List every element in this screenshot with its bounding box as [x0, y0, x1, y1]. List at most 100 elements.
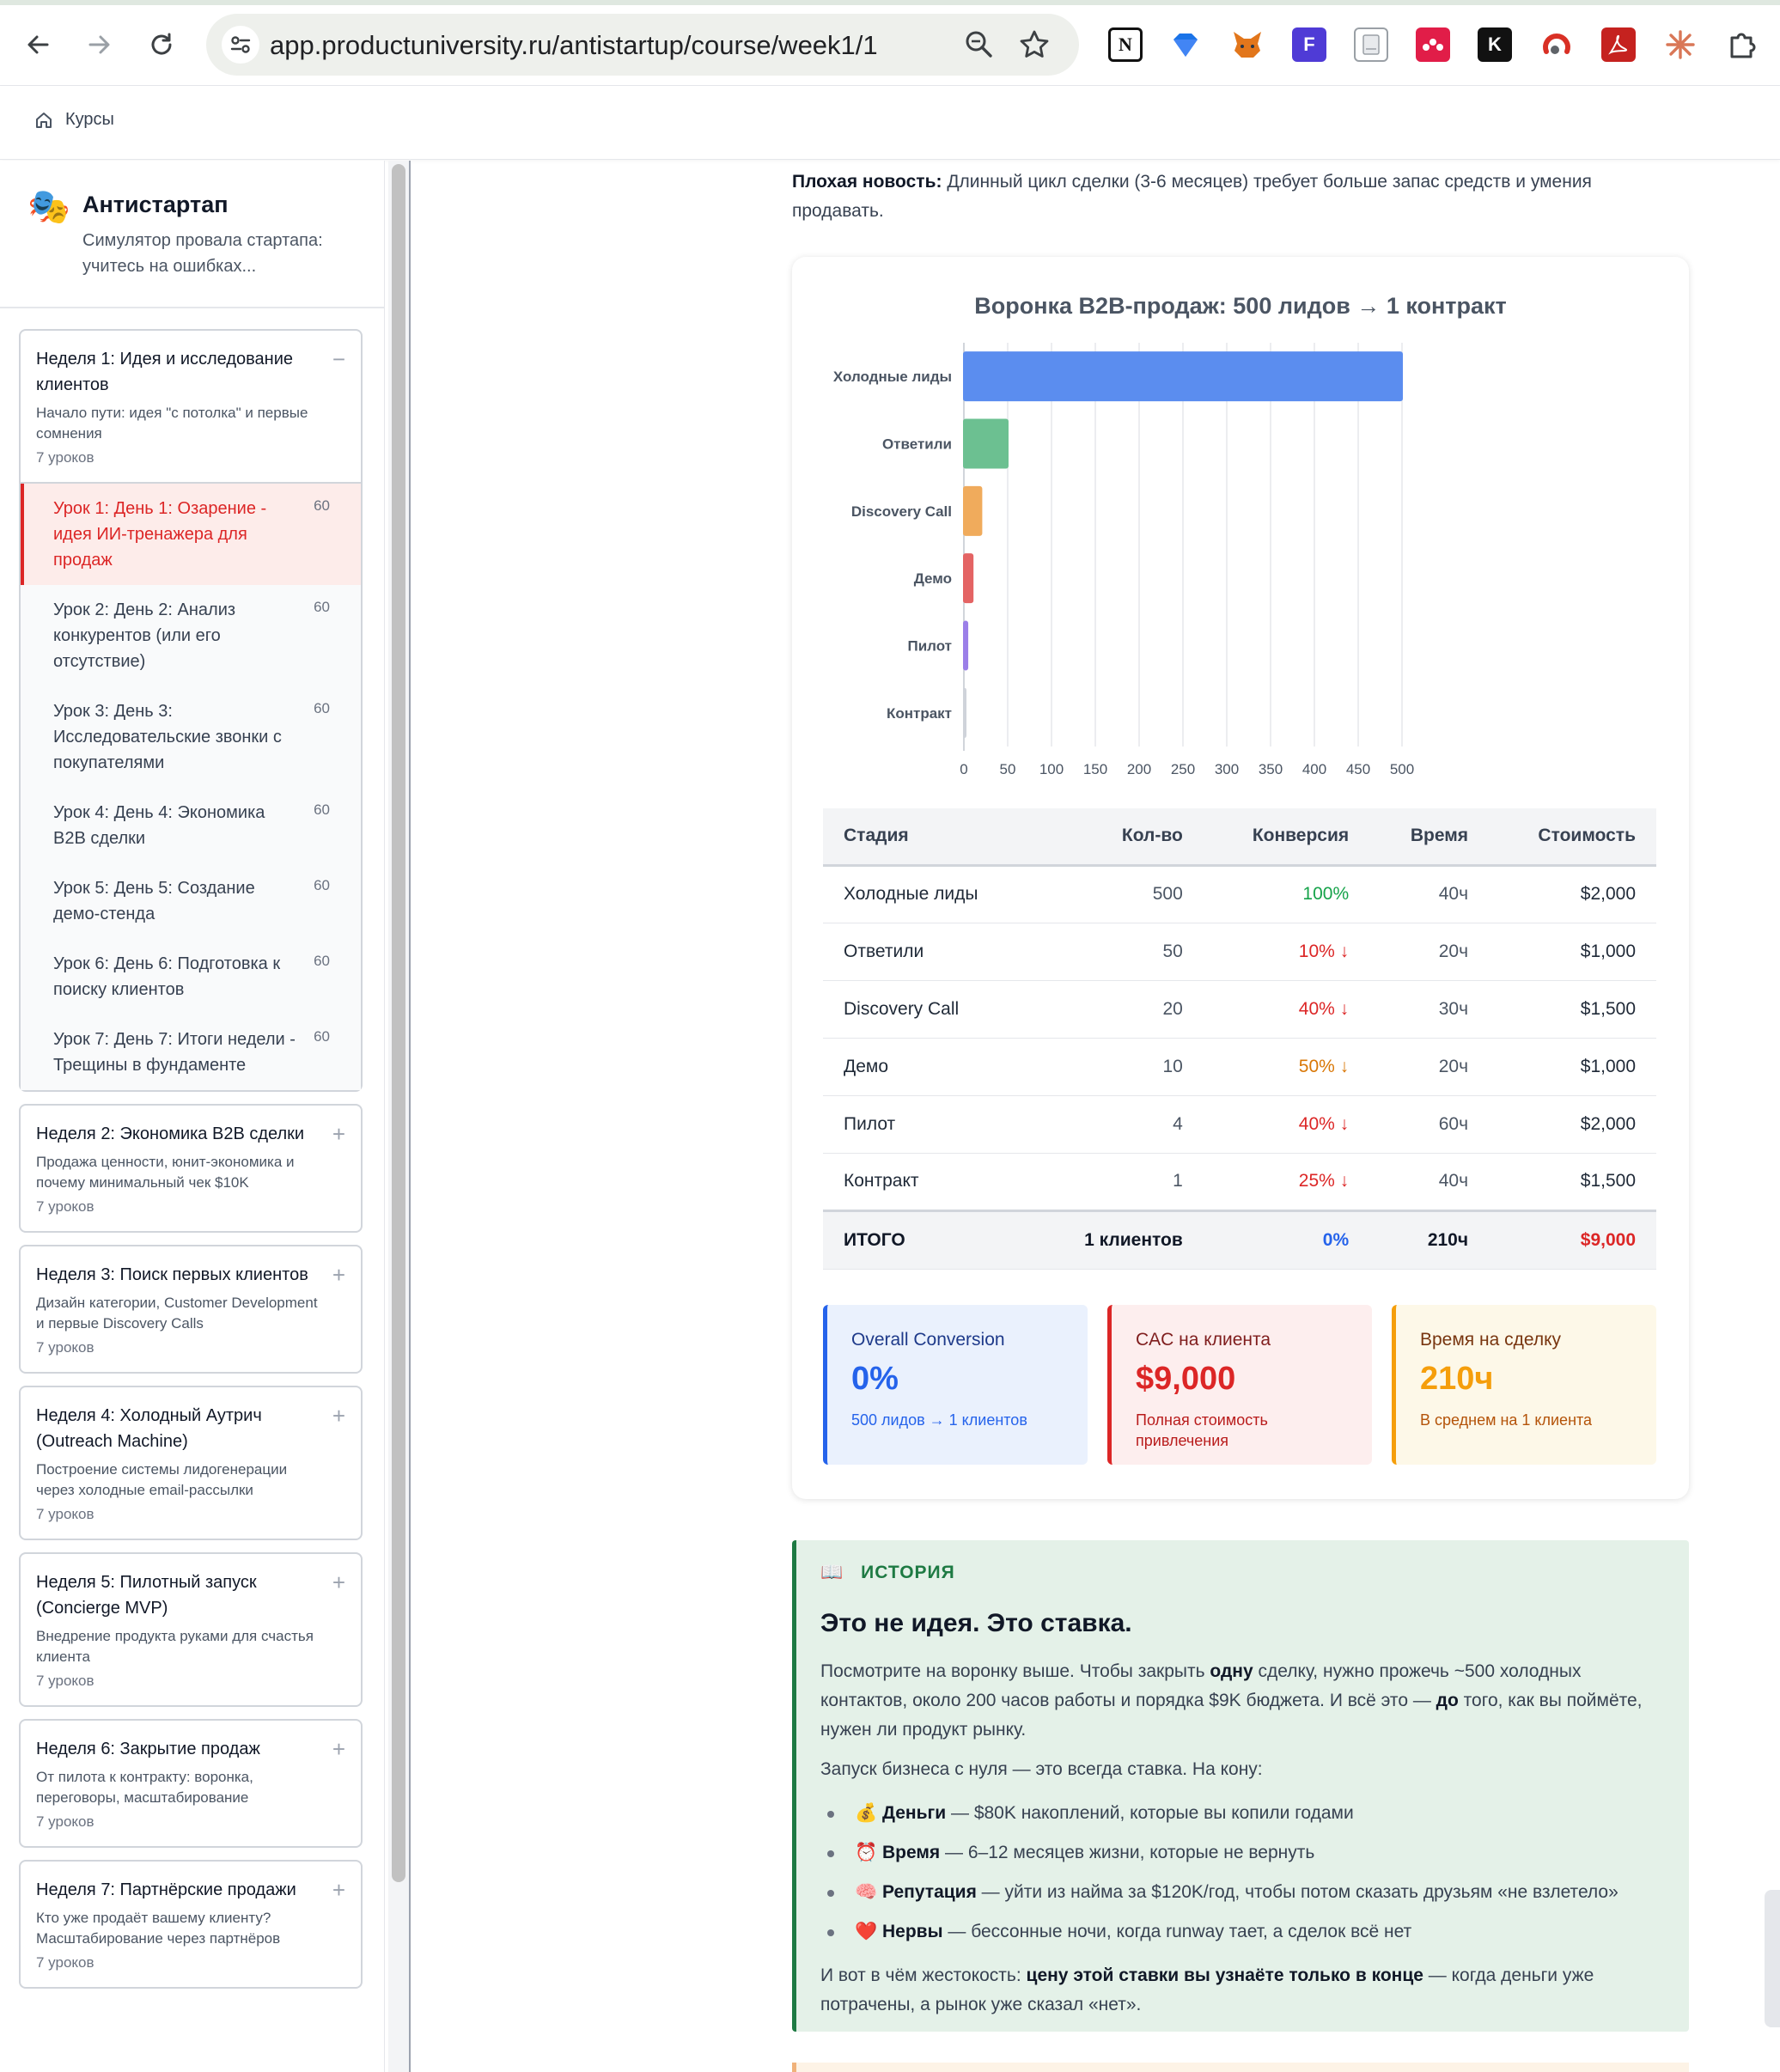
week-header[interactable]: Неделя 7: Партнёрские продажи Кто уже пр… [21, 1862, 361, 1987]
week-item[interactable]: Неделя 5: Пилотный запуск (Concierge MVP… [19, 1552, 363, 1707]
bar[interactable] [963, 687, 966, 738]
breadcrumb-courses-link[interactable]: Курсы [34, 110, 114, 130]
lesson-item[interactable]: Урок 3: День 3: Исследовательские звонки… [21, 686, 361, 788]
week-header[interactable]: Неделя 3: Поиск первых клиентов Дизайн к… [21, 1246, 361, 1372]
week-header[interactable]: Неделя 5: Пилотный запуск (Concierge MVP… [21, 1554, 361, 1705]
bar[interactable] [963, 485, 983, 536]
back-button[interactable] [17, 24, 58, 65]
cost-cell: $2,000 [1489, 865, 1656, 923]
top-nav-bar: Курсы [0, 86, 1780, 160]
forward-button[interactable] [79, 24, 120, 65]
lesson-item[interactable]: Урок 7: День 7: Итоги недели - Трещины в… [21, 1015, 361, 1090]
lesson-title[interactable]: Урок 6: День 6: Подготовка к поиску клие… [53, 951, 301, 1002]
conversion-cell: 40% ↓ [1203, 1095, 1370, 1154]
lesson-duration: 60 [314, 497, 330, 514]
form-extension-icon[interactable]: F [1292, 27, 1326, 62]
lesson-duration: 60 [314, 700, 330, 716]
week-item[interactable]: Неделя 4: Холодный Аутрич (Outreach Mach… [19, 1386, 363, 1540]
week-header[interactable]: Неделя 2: Экономика B2B сделки Продажа ц… [21, 1106, 361, 1231]
week-header[interactable]: Неделя 6: Закрытие продаж От пилота к ко… [21, 1721, 361, 1846]
week-item[interactable]: Неделя 3: Поиск первых клиентов Дизайн к… [19, 1245, 363, 1374]
stake-text: — бессонные ночи, когда runway тает, а с… [942, 1922, 1412, 1941]
bookmark-star-icon[interactable] [1017, 27, 1052, 66]
expand-icon[interactable]: + [332, 1262, 345, 1289]
course-title: Антистартап [82, 192, 229, 217]
window-top-strip [0, 0, 1780, 5]
col-header-conversion: Конверсия [1203, 808, 1370, 867]
week-title[interactable]: Неделя 4: Холодный Аутрич (Outreach Mach… [36, 1403, 318, 1454]
k-extension-icon[interactable]: K [1478, 27, 1512, 62]
collapse-icon[interactable]: − [332, 346, 345, 373]
conversion-cell: 100% [1203, 865, 1370, 923]
page-extension-icon[interactable] [1354, 27, 1388, 62]
bar[interactable] [963, 553, 974, 604]
bar[interactable] [963, 351, 1403, 402]
lesson-title[interactable]: Урок 2: День 2: Анализ конкурентов (или … [53, 597, 301, 674]
address-bar[interactable]: app.productuniversity.ru/antistartup/cou… [206, 14, 1079, 76]
lesson-item[interactable]: Урок 4: День 4: Экономика B2B сделки 60 [21, 788, 361, 863]
bar[interactable] [963, 418, 1009, 469]
cost-cell: $1,500 [1489, 980, 1656, 1039]
week-title[interactable]: Неделя 1: Идея и исследование клиентов [36, 346, 318, 398]
extensions-puzzle-icon[interactable] [1725, 27, 1759, 62]
week-title[interactable]: Неделя 5: Пилотный запуск (Concierge MVP… [36, 1569, 318, 1621]
week-item[interactable]: Неделя 7: Партнёрские продажи Кто уже пр… [19, 1860, 363, 1989]
url-text[interactable]: app.productuniversity.ru/antistartup/cou… [270, 30, 878, 61]
time-cell: 40ч [1369, 1153, 1490, 1211]
lesson-title[interactable]: Урок 4: День 4: Экономика B2B сделки [53, 800, 301, 851]
course-sidebar: 🎭 Антистартап Симулятор провала стартапа… [0, 161, 385, 2072]
week-title[interactable]: Неделя 7: Партнёрские продажи [36, 1877, 318, 1903]
story-tag: 📖 ИСТОРИЯ [820, 1563, 955, 1583]
pdf-extension-icon[interactable] [1601, 27, 1636, 62]
lesson-item[interactable]: Урок 1: День 1: Озарение - идея ИИ-трена… [21, 484, 361, 585]
week-item[interactable]: Неделя 6: Закрытие продаж От пилота к ко… [19, 1719, 363, 1848]
expand-icon[interactable]: + [332, 1121, 345, 1148]
lesson-title[interactable]: Урок 7: День 7: Итоги недели - Трещины в… [53, 1027, 301, 1078]
notion-extension-icon[interactable]: N [1108, 27, 1143, 62]
gem-extension-icon[interactable] [1168, 27, 1203, 62]
stat-label: Время на сделку [1420, 1330, 1562, 1350]
red-arrow-extension-icon[interactable] [1539, 27, 1574, 62]
week-title[interactable]: Неделя 3: Поиск первых клиентов [36, 1262, 318, 1288]
lesson-item[interactable]: Урок 5: День 5: Создание демо-стенда 60 [21, 863, 361, 939]
lesson-content: Плохая новость: Длинный цикл сделки (3-6… [412, 161, 1780, 2072]
site-settings-icon[interactable] [222, 26, 259, 64]
breadcrumb-label[interactable]: Курсы [65, 110, 114, 130]
bar[interactable] [963, 620, 969, 671]
week-description: Дизайн категории, Customer Development и… [36, 1295, 318, 1332]
week-title[interactable]: Неделя 6: Закрытие продаж [36, 1736, 318, 1762]
sidebar-scrollbar[interactable] [388, 161, 411, 2072]
week-header[interactable]: Неделя 1: Идея и исследование клиентов Н… [21, 331, 361, 482]
lesson-title[interactable]: Урок 5: День 5: Создание демо-стенда [53, 875, 301, 927]
zoom-icon[interactable] [962, 27, 997, 66]
time-cell: 30ч [1369, 980, 1490, 1039]
y-category-label: Ответили [882, 436, 952, 453]
lesson-item[interactable]: Урок 2: День 2: Анализ конкурентов (или … [21, 585, 361, 686]
week-item[interactable]: Неделя 2: Экономика B2B сделки Продажа ц… [19, 1104, 363, 1233]
y-category-label: Контракт [887, 705, 952, 722]
page-scroll-indicator[interactable] [1765, 1890, 1780, 2027]
expand-icon[interactable]: + [332, 1403, 345, 1429]
lesson-title[interactable]: Урок 1: День 1: Озарение - идея ИИ-трена… [53, 496, 301, 573]
funnel-table-body: Холодные лиды 500 100% 40ч $2,000 Ответил… [823, 865, 1656, 1211]
funnel-table-total-row: ИТОГО 1 клиентов 0% 210ч $9,000 [823, 1209, 1656, 1270]
lesson-title[interactable]: Урок 3: День 3: Исследовательские звонки… [53, 698, 301, 776]
book-icon: 📖 [820, 1563, 844, 1582]
claude-extension-icon[interactable] [1663, 27, 1698, 62]
fox-extension-icon[interactable] [1230, 27, 1265, 62]
reload-button[interactable] [141, 24, 182, 65]
lesson-item[interactable]: Урок 6: День 6: Подготовка к поиску клие… [21, 939, 361, 1015]
week-title[interactable]: Неделя 2: Экономика B2B сделки [36, 1121, 318, 1147]
expand-icon[interactable]: + [332, 1736, 345, 1763]
expand-icon[interactable]: + [332, 1877, 345, 1904]
week-header[interactable]: Неделя 4: Холодный Аутрич (Outreach Mach… [21, 1387, 361, 1539]
story-tag-label: ИСТОРИЯ [861, 1563, 955, 1582]
funnel-table-header-row: Стадия Кол-во Конверсия Время Стоимость [823, 808, 1656, 867]
sidebar-scrollbar-thumb[interactable] [392, 164, 405, 1882]
expand-icon[interactable]: + [332, 1569, 345, 1596]
story-stakes-list: 💰 Деньги — $80K накоплений, которые вы к… [820, 1795, 1671, 1953]
week-item[interactable]: Неделя 1: Идея и исследование клиентов Н… [19, 329, 363, 1092]
x-tick-label: 100 [1039, 761, 1064, 777]
mendeley-extension-icon[interactable] [1416, 27, 1450, 62]
week-lesson-count: 7 уроков [36, 1813, 94, 1830]
